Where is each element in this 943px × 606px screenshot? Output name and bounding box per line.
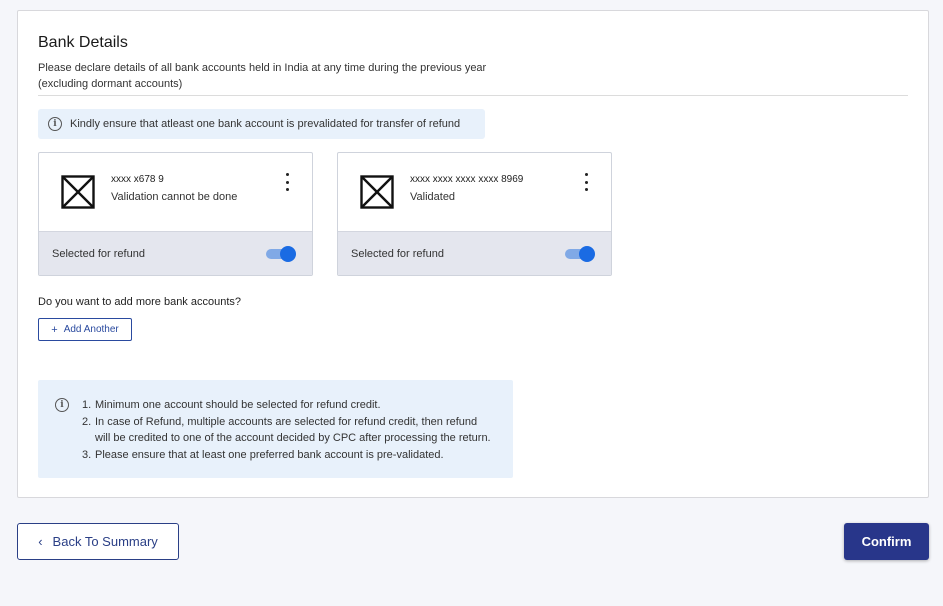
prevalidation-banner: i Kindly ensure that atleast one bank ac…	[38, 109, 485, 139]
bank-account-card: xxxx x678 9 Validation cannot be done Se…	[38, 152, 313, 276]
refund-toggle[interactable]	[266, 246, 296, 262]
refund-notes: i 1. Minimum one account should be select…	[38, 380, 513, 478]
more-options-icon[interactable]	[581, 173, 591, 191]
refund-label: Selected for refund	[52, 247, 145, 260]
more-options-icon[interactable]	[282, 173, 292, 191]
section-description: Please declare details of all bank accou…	[38, 60, 518, 92]
validation-status: Validated	[410, 191, 456, 203]
section-title: Bank Details	[38, 34, 128, 51]
confirm-button[interactable]: Confirm	[844, 523, 929, 560]
info-icon: i	[48, 117, 62, 131]
account-number: xxxx xxxx xxxx xxxx 8969	[410, 174, 524, 185]
description-line-1: Please declare details of all bank accou…	[38, 62, 487, 74]
bank-logo-placeholder-icon	[360, 175, 394, 209]
refund-selection-row: Selected for refund	[338, 231, 611, 275]
refund-label: Selected for refund	[351, 247, 444, 260]
account-number: xxxx x678 9	[111, 174, 164, 185]
bank-details-panel: Bank Details Please declare details of a…	[17, 10, 929, 498]
add-another-label: Add Another	[63, 324, 119, 335]
list-item: 3. Please ensure that at least one prefer…	[82, 448, 444, 461]
divider	[38, 95, 908, 96]
chevron-left-icon: ‹	[38, 534, 43, 549]
add-more-question: Do you want to add more bank accounts?	[38, 296, 242, 308]
list-item: 2. In case of Refund, multiple accounts a…	[82, 415, 478, 428]
back-to-summary-button[interactable]: ‹ Back To Summary	[17, 523, 179, 560]
notes-list: 1. Minimum one account should be selected…	[82, 397, 491, 463]
banner-text: Kindly ensure that atleast one bank acco…	[70, 118, 461, 130]
description-line-2: (excluding dormant accounts)	[38, 78, 183, 90]
info-icon: i	[55, 398, 69, 412]
add-another-button[interactable]: + Add Another	[38, 318, 132, 341]
list-item: 1. Minimum one account should be selected…	[82, 399, 381, 411]
refund-selection-row: Selected for refund	[39, 231, 312, 275]
validation-status: Validation cannot be done	[111, 191, 238, 203]
refund-toggle[interactable]	[565, 246, 595, 262]
plus-icon: +	[51, 323, 58, 336]
list-item: will be credited to one of the account d…	[95, 432, 491, 444]
bank-logo-placeholder-icon	[61, 175, 95, 209]
bank-account-card: xxxx xxxx xxxx xxxx 8969 Validated Selec…	[337, 152, 612, 276]
back-label: Back To Summary	[52, 534, 158, 549]
